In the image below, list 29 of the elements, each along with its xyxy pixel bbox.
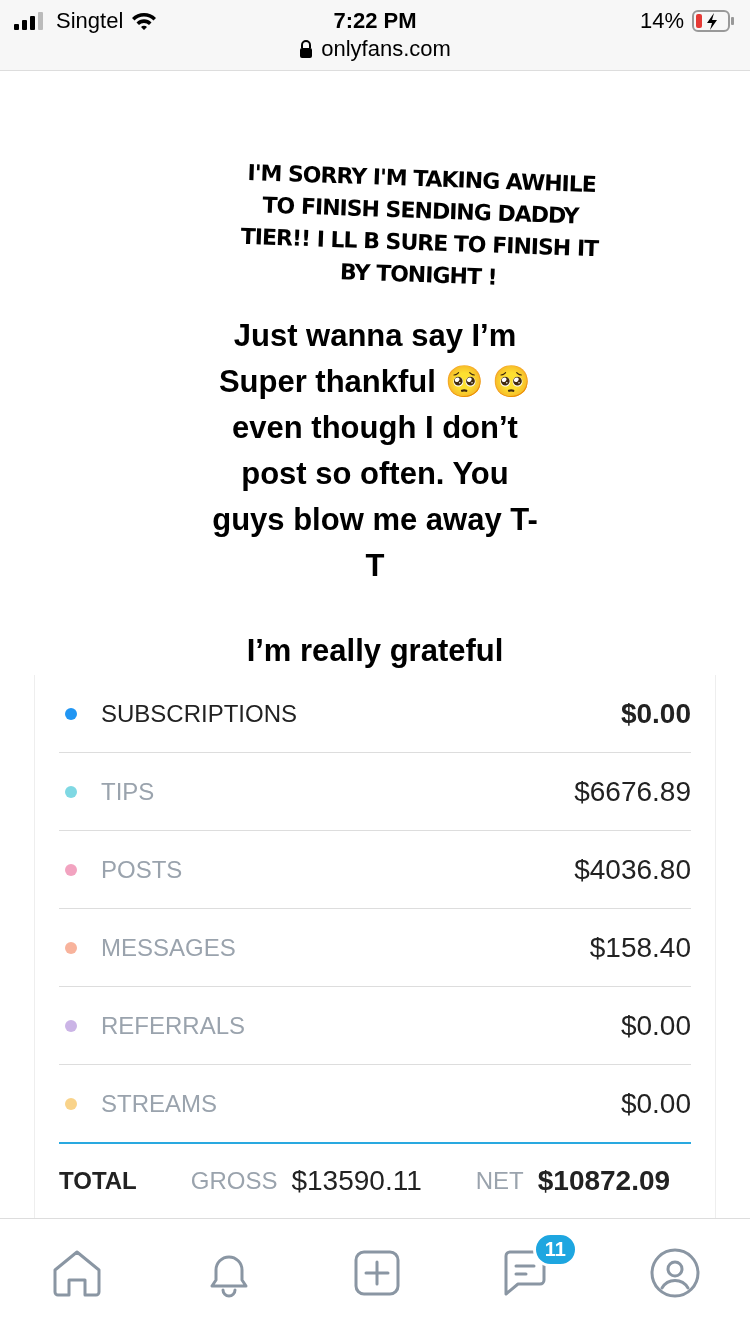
total-label: TOTAL — [59, 1167, 137, 1195]
status-time: 7:22 PM — [333, 8, 417, 34]
wifi-icon — [131, 11, 158, 31]
earning-amount: $6676.89 — [574, 775, 691, 808]
net-amount: $10872.09 — [537, 1165, 671, 1197]
earning-amount: $0.00 — [620, 1087, 691, 1120]
earning-amount: $4036.80 — [574, 853, 691, 886]
handwritten-note: I'M SORRY I'M TAKING AWHILE TO FINISH SENDING DADDY TIER!! I LL B SURE TO FINISH IT BY TONIGHT ! — [239, 158, 600, 292]
profile-icon[interactable] — [648, 1246, 701, 1299]
earning-category[interactable]: REFERRALS — [101, 1011, 621, 1040]
earning-category[interactable]: TIPS — [101, 777, 575, 806]
earning-amount: $0.00 — [620, 697, 691, 730]
gross-amount: $13590.11 — [291, 1165, 422, 1197]
battery-percent: 14% — [639, 8, 684, 34]
lock-icon — [299, 40, 314, 58]
earning-amount: $0.00 — [620, 1009, 691, 1042]
earning-category[interactable]: STREAMS — [101, 1089, 621, 1118]
carrier-name: Singtel — [56, 8, 124, 34]
earning-amount: $158.40 — [589, 931, 691, 964]
url-text: onlyfans.com — [321, 36, 451, 62]
story-message: Just wanna say I’m Super thankful 🥺 🥺 even though I don’t post so often. You guys blow me away T-T — [211, 317, 539, 585]
gross-label: GROSS — [190, 1167, 278, 1195]
net-label: NET — [475, 1167, 524, 1195]
battery-icon — [692, 10, 736, 32]
earning-category[interactable]: POSTS — [101, 855, 575, 884]
story-caption: I’m really grateful — [246, 633, 504, 669]
earning-category[interactable]: MESSAGES — [101, 933, 590, 962]
earning-category[interactable]: SUBSCRIPTIONS — [101, 699, 621, 728]
add-post-icon[interactable] — [353, 1248, 401, 1297]
